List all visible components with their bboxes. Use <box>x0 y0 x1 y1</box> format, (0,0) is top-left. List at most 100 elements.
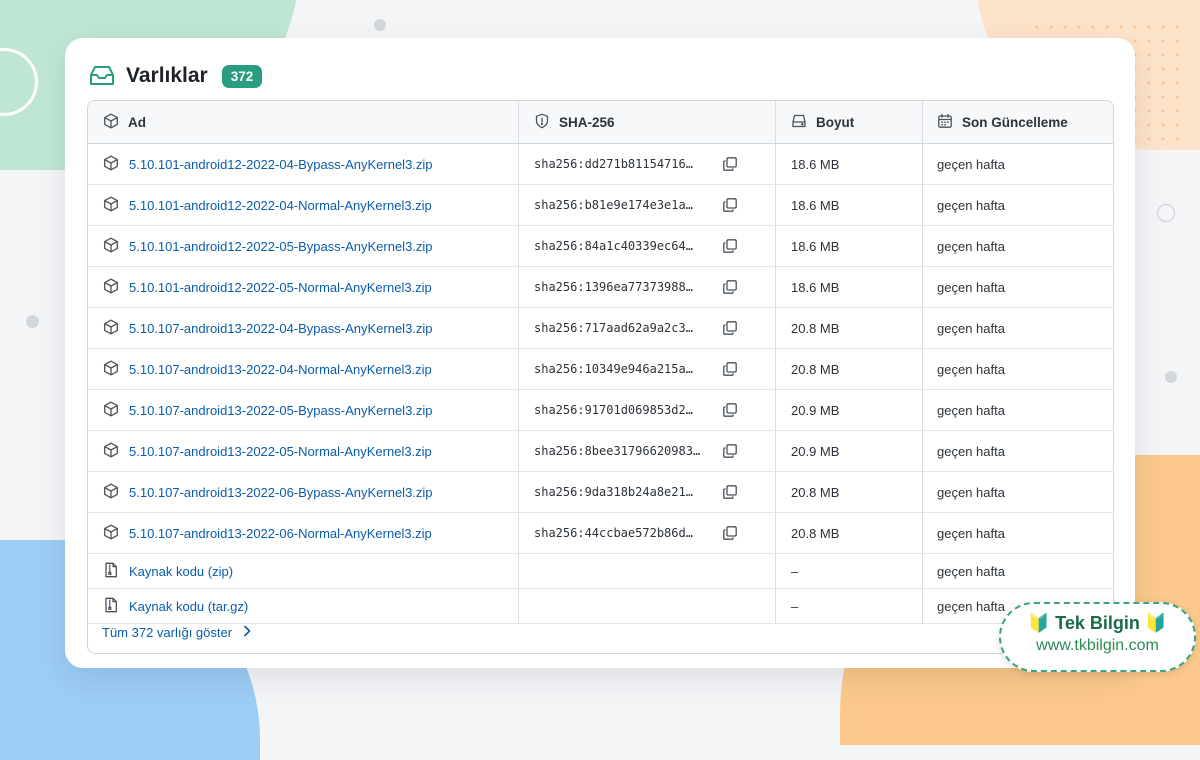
cube-icon <box>103 319 119 338</box>
copy-icon[interactable] <box>722 279 738 295</box>
sha-cell: sha256:44ccbae572b86d… <box>519 513 776 553</box>
column-header-name: Ad <box>88 101 519 143</box>
background-dot <box>374 19 386 31</box>
sha-cell-empty <box>519 554 776 588</box>
size-cell: 20.9 MB <box>776 390 923 430</box>
table-header: Ad SHA-256 Boyut Son Güncelleme <box>88 101 1113 144</box>
table-row: Kaynak kodu (zip) – geçen hafta <box>88 554 1113 589</box>
cube-icon <box>103 442 119 461</box>
copy-icon[interactable] <box>722 320 738 336</box>
asset-name-cell: 5.10.107-android13-2022-06-Bypass-AnyKer… <box>88 472 519 512</box>
watermark-name: 🔰 Tek Bilgin 🔰 <box>1027 613 1168 633</box>
sha-cell: sha256:1396ea77373988… <box>519 267 776 307</box>
show-all-assets-link[interactable]: Tüm 372 varlığı göster <box>102 625 252 640</box>
asset-list: 5.10.101-android12-2022-04-Bypass-AnyKer… <box>88 144 1113 554</box>
table-row: 5.10.107-android13-2022-04-Bypass-AnyKer… <box>88 308 1113 349</box>
copy-icon[interactable] <box>722 443 738 459</box>
asset-name-cell: 5.10.107-android13-2022-05-Normal-AnyKer… <box>88 431 519 471</box>
sha-value: sha256:1396ea77373988… <box>534 280 693 294</box>
sha-cell: sha256:717aad62a9a2c3… <box>519 308 776 348</box>
asset-name-cell: 5.10.101-android12-2022-04-Bypass-AnyKer… <box>88 144 519 184</box>
sha-cell: sha256:dd271b81154716… <box>519 144 776 184</box>
cube-icon <box>103 401 119 420</box>
source-download-link[interactable]: Kaynak kodu (zip) <box>129 564 233 579</box>
updated-cell: geçen hafta <box>937 361 1005 377</box>
sha-cell: sha256:b81e9e174e3e1a… <box>519 185 776 225</box>
sha-cell: sha256:8bee31796620983… <box>519 431 776 471</box>
chevron-right-icon <box>232 625 252 640</box>
table-row: 5.10.101-android12-2022-04-Normal-AnyKer… <box>88 185 1113 226</box>
size-cell: 18.6 MB <box>776 185 923 225</box>
asset-download-link[interactable]: 5.10.101-android12-2022-05-Bypass-AnyKer… <box>129 239 433 254</box>
asset-download-link[interactable]: 5.10.107-android13-2022-04-Bypass-AnyKer… <box>129 321 433 336</box>
asset-download-link[interactable]: 5.10.107-android13-2022-04-Normal-AnyKer… <box>129 362 432 377</box>
copy-icon[interactable] <box>722 484 738 500</box>
calendar-icon <box>937 113 962 132</box>
watermark-badge: 🔰 Tek Bilgin 🔰 www.tkbilgin.com <box>999 602 1196 672</box>
hard-drive-icon <box>791 113 816 132</box>
sha-value: sha256:9da318b24a8e21… <box>534 485 693 499</box>
asset-name-cell: 5.10.107-android13-2022-06-Normal-AnyKer… <box>88 513 519 553</box>
sha-value: sha256:10349e946a215a… <box>534 362 693 376</box>
cube-icon <box>103 196 119 215</box>
cube-icon <box>103 113 128 132</box>
shield-icon <box>534 113 559 132</box>
size-cell: 20.8 MB <box>776 349 923 389</box>
asset-name-cell: 5.10.101-android12-2022-05-Bypass-AnyKer… <box>88 226 519 266</box>
table-row: Kaynak kodu (tar.gz) – geçen hafta <box>88 589 1113 624</box>
copy-icon[interactable] <box>722 156 738 172</box>
cube-icon <box>103 155 119 174</box>
updated-cell: geçen hafta <box>937 484 1005 500</box>
asset-download-link[interactable]: 5.10.107-android13-2022-06-Normal-AnyKer… <box>129 526 432 541</box>
background-ring <box>0 48 38 116</box>
assets-header: Varlıklar 372 <box>89 58 263 94</box>
section-title: Varlıklar <box>126 64 208 87</box>
asset-download-link[interactable]: 5.10.101-android12-2022-04-Bypass-AnyKer… <box>129 157 433 172</box>
asset-download-link[interactable]: 5.10.101-android12-2022-05-Normal-AnyKer… <box>129 280 432 295</box>
sha-cell: sha256:91701d069853d2… <box>519 390 776 430</box>
assets-card: Varlıklar 372 Ad SHA-256 Boyut Son Günce… <box>65 38 1135 668</box>
copy-icon[interactable] <box>722 402 738 418</box>
beginner-leaf-icon: 🔰 <box>1027 613 1051 633</box>
copy-icon[interactable] <box>722 238 738 254</box>
cube-icon <box>103 524 119 543</box>
cube-icon <box>103 483 119 502</box>
asset-download-link[interactable]: 5.10.107-android13-2022-06-Bypass-AnyKer… <box>129 485 433 500</box>
size-cell: 18.6 MB <box>776 226 923 266</box>
asset-name-cell: 5.10.107-android13-2022-05-Bypass-AnyKer… <box>88 390 519 430</box>
table-row: 5.10.107-android13-2022-04-Normal-AnyKer… <box>88 349 1113 390</box>
updated-cell: geçen hafta <box>937 402 1005 418</box>
copy-icon[interactable] <box>722 361 738 377</box>
updated-cell: geçen hafta <box>937 320 1005 336</box>
size-cell: – <box>776 554 923 588</box>
asset-name-cell: 5.10.101-android12-2022-04-Normal-AnyKer… <box>88 185 519 225</box>
size-cell: 20.9 MB <box>776 431 923 471</box>
asset-download-link[interactable]: 5.10.101-android12-2022-04-Normal-AnyKer… <box>129 198 432 213</box>
updated-cell: geçen hafta <box>937 279 1005 295</box>
sha-cell: sha256:84a1c40339ec64… <box>519 226 776 266</box>
background-ring-small <box>1157 204 1175 222</box>
watermark-url: www.tkbilgin.com <box>1036 637 1159 654</box>
table-row: 5.10.107-android13-2022-06-Bypass-AnyKer… <box>88 472 1113 513</box>
asset-download-link[interactable]: 5.10.107-android13-2022-05-Normal-AnyKer… <box>129 444 432 459</box>
column-header-updated: Son Güncelleme <box>923 101 1113 143</box>
table-row: 5.10.101-android12-2022-05-Normal-AnyKer… <box>88 267 1113 308</box>
updated-cell: geçen hafta <box>937 525 1005 541</box>
source-name-cell: Kaynak kodu (zip) <box>88 554 519 588</box>
cube-icon <box>103 278 119 297</box>
sha-cell-empty <box>519 589 776 623</box>
table-row: 5.10.101-android12-2022-05-Bypass-AnyKer… <box>88 226 1113 267</box>
asset-download-link[interactable]: 5.10.107-android13-2022-05-Bypass-AnyKer… <box>129 403 433 418</box>
source-download-link[interactable]: Kaynak kodu (tar.gz) <box>129 599 248 614</box>
copy-icon[interactable] <box>722 197 738 213</box>
sha-cell: sha256:10349e946a215a… <box>519 349 776 389</box>
beginner-leaf-icon: 🔰 <box>1144 613 1168 633</box>
zip-file-icon <box>103 597 119 616</box>
updated-cell: geçen hafta <box>937 156 1005 172</box>
size-cell: 20.8 MB <box>776 472 923 512</box>
size-cell: 18.6 MB <box>776 267 923 307</box>
copy-icon[interactable] <box>722 525 738 541</box>
source-list: Kaynak kodu (zip) – geçen hafta Kaynak kodu… <box>88 554 1113 624</box>
cube-icon <box>103 237 119 256</box>
size-cell: 18.6 MB <box>776 144 923 184</box>
